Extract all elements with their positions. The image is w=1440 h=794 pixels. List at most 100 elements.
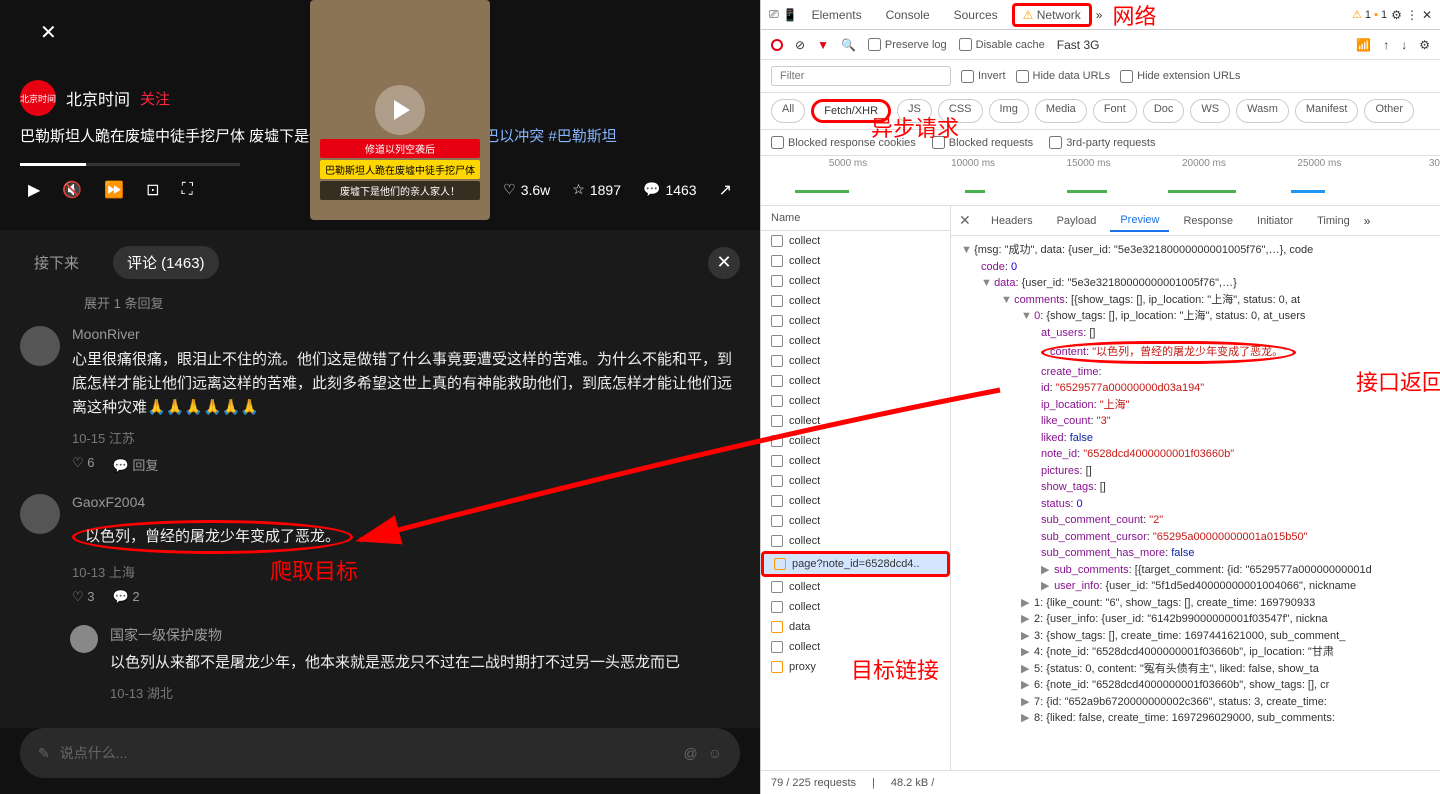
mute-icon[interactable]: 🔇: [62, 180, 82, 200]
request-row[interactable]: collect: [761, 597, 950, 617]
request-row[interactable]: collect: [761, 311, 950, 331]
comment-input[interactable]: ✎ 说点什么... @ ☺: [20, 728, 740, 778]
request-row[interactable]: collect: [761, 371, 950, 391]
chip-other[interactable]: Other: [1364, 99, 1414, 123]
request-row[interactable]: collect: [761, 577, 950, 597]
like-count[interactable]: ♡ 3.6w: [503, 181, 550, 198]
pip-icon[interactable]: ⊡: [146, 180, 159, 200]
request-row[interactable]: collect: [761, 491, 950, 511]
name-header[interactable]: Name: [771, 212, 800, 224]
inspect-icon[interactable]: ⎚: [769, 7, 779, 22]
close-comments-button[interactable]: ✕: [708, 247, 740, 279]
tab-next[interactable]: 接下来: [20, 246, 93, 279]
chip-ws[interactable]: WS: [1190, 99, 1230, 123]
hide-urls-checkbox[interactable]: Hide data URLs: [1016, 70, 1111, 83]
throttle-select[interactable]: Fast 3G: [1057, 38, 1100, 52]
filter-input[interactable]: [771, 66, 951, 86]
video-thumbnail[interactable]: 修道以列空袭后 巴勒斯坦人跪在废墟中徒手挖尸体 废墟下是他们的亲人家人！: [310, 0, 490, 220]
request-row[interactable]: collect: [761, 531, 950, 551]
emoji-icon[interactable]: ☺: [708, 745, 722, 761]
follow-button[interactable]: 关注: [140, 88, 170, 109]
chip-all[interactable]: All: [771, 99, 805, 123]
comment-count[interactable]: 💬 1463: [643, 181, 697, 198]
tab-timing[interactable]: Timing: [1307, 211, 1360, 231]
star-count[interactable]: ☆ 1897: [572, 181, 621, 198]
progress-bar[interactable]: [20, 163, 240, 166]
more-tabs[interactable]: »: [1096, 8, 1103, 22]
request-row[interactable]: collect: [761, 291, 950, 311]
play-button[interactable]: ▶: [28, 180, 40, 200]
download-icon[interactable]: ↓: [1401, 38, 1407, 52]
request-row[interactable]: collect: [761, 251, 950, 271]
tab-sources[interactable]: Sources: [944, 4, 1008, 26]
reply-button[interactable]: 💬 2: [113, 589, 140, 605]
disable-cache[interactable]: Disable cache: [959, 38, 1045, 51]
comment-author[interactable]: 国家一级保护废物: [110, 625, 740, 645]
avatar[interactable]: [70, 625, 98, 653]
share-icon[interactable]: ↗: [719, 180, 732, 200]
tab-preview[interactable]: Preview: [1110, 210, 1169, 232]
request-row[interactable]: collect: [761, 331, 950, 351]
tab-headers[interactable]: Headers: [981, 211, 1043, 231]
filter-icon[interactable]: ▼: [817, 38, 829, 52]
hide-ext-checkbox[interactable]: Hide extension URLs: [1120, 70, 1240, 83]
request-row[interactable]: data: [761, 617, 950, 637]
gear-icon[interactable]: ⚙: [1419, 38, 1430, 52]
chip-manifest[interactable]: Manifest: [1295, 99, 1359, 123]
expand-replies[interactable]: 展开 1 条回复: [84, 293, 740, 312]
tab-response[interactable]: Response: [1173, 211, 1243, 231]
settings-icon[interactable]: ⚙: [1391, 8, 1402, 22]
reply-button[interactable]: 💬 回复: [113, 455, 159, 474]
tab-payload[interactable]: Payload: [1047, 211, 1107, 231]
chip-font[interactable]: Font: [1093, 99, 1137, 123]
tab-console[interactable]: Console: [876, 4, 940, 26]
chip-doc[interactable]: Doc: [1143, 99, 1185, 123]
device-icon[interactable]: 📱: [783, 8, 798, 22]
close-button[interactable]: ✕: [40, 20, 64, 44]
tab-elements[interactable]: Elements: [802, 4, 872, 26]
request-row[interactable]: collect: [761, 411, 950, 431]
close-detail[interactable]: ✕: [959, 212, 977, 229]
third-party[interactable]: 3rd-party requests: [1049, 136, 1155, 149]
at-icon[interactable]: @: [683, 745, 697, 761]
upload-icon[interactable]: ↑: [1383, 38, 1389, 52]
comment-author[interactable]: GaoxF2004: [72, 494, 740, 510]
clear-icon[interactable]: ⊘: [795, 38, 805, 52]
more-icon[interactable]: »: [1364, 214, 1371, 228]
request-row[interactable]: collect: [761, 471, 950, 491]
close-devtools[interactable]: ✕: [1422, 8, 1432, 22]
request-row[interactable]: collect: [761, 351, 950, 371]
comment-author[interactable]: MoonRiver: [72, 326, 740, 342]
like-button[interactable]: ♡ 6: [72, 455, 95, 474]
json-preview[interactable]: ▼ {msg: "成功", data: {user_id: "5e3e32180…: [951, 236, 1440, 770]
invert-checkbox[interactable]: Invert: [961, 70, 1006, 83]
request-row[interactable]: collect: [761, 431, 950, 451]
search-icon[interactable]: 🔍: [841, 38, 856, 52]
request-row[interactable]: collect: [761, 511, 950, 531]
request-row[interactable]: collect: [761, 231, 950, 251]
tab-network[interactable]: ⚠ Network: [1012, 3, 1092, 27]
avatar[interactable]: [20, 494, 60, 534]
request-row[interactable]: collect: [761, 391, 950, 411]
fullscreen-icon[interactable]: ⛶: [182, 181, 193, 199]
author-name[interactable]: 北京时间: [66, 86, 130, 110]
request-row[interactable]: collect: [761, 271, 950, 291]
speed-icon[interactable]: ⏩: [104, 180, 124, 200]
avatar[interactable]: [20, 326, 60, 366]
annotation-target: 爬取目标: [270, 554, 358, 586]
wifi-icon[interactable]: 📶: [1356, 38, 1371, 52]
record-button[interactable]: [771, 39, 783, 51]
chip-media[interactable]: Media: [1035, 99, 1087, 123]
author-avatar[interactable]: 北京时间: [20, 80, 56, 116]
timeline[interactable]: 5000 ms 10000 ms 15000 ms 20000 ms 25000…: [761, 156, 1440, 206]
tab-comments[interactable]: 评论 (1463): [113, 246, 219, 279]
chip-wasm[interactable]: Wasm: [1236, 99, 1289, 123]
dock-icon[interactable]: ⋮: [1406, 8, 1418, 22]
chip-img[interactable]: Img: [989, 99, 1029, 123]
tab-initiator[interactable]: Initiator: [1247, 211, 1303, 231]
preserve-log[interactable]: Preserve log: [868, 38, 947, 51]
like-button[interactable]: ♡ 3: [72, 589, 95, 605]
play-icon[interactable]: [375, 85, 425, 135]
request-row[interactable]: page?note_id=6528dcd4..: [761, 551, 950, 577]
request-row[interactable]: collect: [761, 451, 950, 471]
